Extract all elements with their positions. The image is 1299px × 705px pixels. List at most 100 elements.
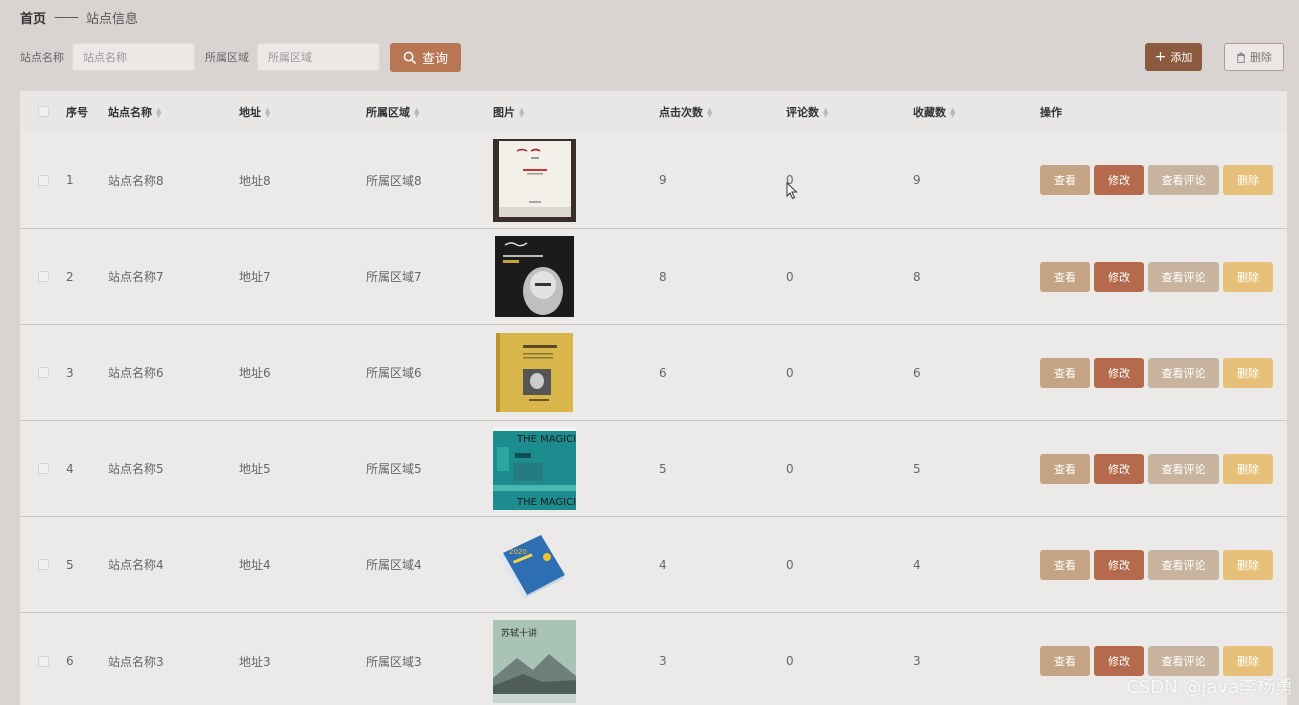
view-button[interactable]: 查看	[1040, 549, 1090, 580]
row-comments: 0	[786, 461, 794, 476]
sort-icon[interactable]: ▲ ▼	[265, 106, 270, 118]
row-checkbox[interactable]	[37, 174, 49, 186]
breadcrumb-home[interactable]: 首页	[20, 8, 46, 27]
row-index: 4	[66, 461, 74, 476]
header-region[interactable]: 所属区域 ▲ ▼	[366, 104, 493, 120]
book-cover-image[interactable]: 苏轼十讲	[493, 619, 576, 703]
delete-button[interactable]: 删除	[1223, 165, 1273, 195]
header-favorites[interactable]: 收藏数 ▲ ▼	[913, 104, 1040, 120]
header-comments[interactable]: 评论数 ▲ ▼	[786, 104, 913, 120]
view-comments-button[interactable]: 查看评论	[1148, 357, 1219, 388]
name-label: 站点名称	[20, 51, 64, 64]
view-button[interactable]: 查看	[1040, 357, 1090, 388]
row-favorites: 5	[913, 461, 921, 476]
view-comments-button[interactable]: 查看评论	[1148, 549, 1219, 580]
row-checkbox[interactable]	[37, 559, 49, 570]
row-checkbox[interactable]	[37, 271, 49, 282]
view-comments-button[interactable]: 查看评论	[1148, 165, 1219, 195]
row-address: 地址7	[239, 270, 271, 284]
row-image-cell: 2020	[493, 523, 659, 606]
sort-icon[interactable]: ▲ ▼	[156, 106, 161, 118]
query-button[interactable]: 查询	[390, 42, 461, 72]
edit-button[interactable]: 修改	[1094, 453, 1144, 484]
row-index: 6	[66, 654, 74, 668]
book-cover-image[interactable]	[493, 235, 576, 318]
row-clicks: 3	[659, 654, 667, 668]
book-cover-image[interactable]: 2020	[493, 523, 576, 606]
view-comments-button[interactable]: 查看评论	[1148, 646, 1219, 676]
add-label: 添加	[1170, 51, 1193, 64]
name-search-input[interactable]: 站点名称	[72, 43, 195, 71]
view-comments-button[interactable]: 查看评论	[1148, 453, 1219, 484]
row-favorites: 3	[913, 654, 921, 668]
sort-icon[interactable]: ▲ ▼	[823, 106, 828, 118]
table-row: 5 站点名称4 地址4 所属区域4 2020 4 0 4 查看 修改 查看评论 …	[20, 517, 1287, 613]
sort-icon[interactable]: ▲ ▼	[950, 106, 955, 118]
row-index: 5	[66, 557, 74, 572]
view-button[interactable]: 查看	[1040, 261, 1090, 292]
edit-button[interactable]: 修改	[1094, 549, 1144, 580]
row-checkbox[interactable]	[37, 367, 49, 378]
data-table: 序号 站点名称 ▲ ▼ 地址 ▲ ▼ 所属区域 ▲ ▼ 图片 ▲ ▼ 点击次数 ▲ ▼ 评论数 ▲ ▼ …	[20, 91, 1287, 705]
table-row: 4 站点名称5 地址5 所属区域5 THE MAGICIAN THE MAGIC…	[20, 421, 1287, 517]
region-search-input[interactable]: 所属区域	[257, 43, 380, 71]
row-image-cell: 苏轼十讲	[493, 619, 659, 703]
row-comments: 0	[786, 365, 794, 380]
header-clicks[interactable]: 点击次数 ▲ ▼	[659, 104, 786, 120]
row-region: 所属区域8	[366, 173, 422, 188]
svg-text:2020: 2020	[509, 548, 527, 556]
add-button[interactable]: + 添加	[1145, 43, 1202, 71]
row-checkbox[interactable]	[37, 655, 49, 667]
edit-button[interactable]: 修改	[1094, 357, 1144, 388]
edit-button[interactable]: 修改	[1094, 165, 1144, 195]
row-image-cell	[493, 138, 659, 222]
row-checkbox[interactable]	[37, 463, 49, 474]
row-region: 所属区域6	[366, 366, 422, 380]
row-actions: 查看 修改 查看评论 删除	[1040, 549, 1287, 580]
row-image-cell	[493, 235, 659, 318]
watermark: CSDN @java李杨勇	[1126, 677, 1293, 698]
delete-button[interactable]: 删除	[1223, 357, 1273, 388]
delete-button[interactable]: 删除	[1223, 549, 1273, 580]
breadcrumb: 首页 —— 站点信息	[20, 8, 138, 27]
region-label: 所属区域	[205, 51, 249, 64]
row-actions: 查看 修改 查看评论 删除	[1040, 646, 1287, 676]
batch-delete-label: 删除	[1250, 51, 1272, 64]
header-image[interactable]: 图片 ▲ ▼	[493, 104, 659, 120]
header-address[interactable]: 地址 ▲ ▼	[239, 104, 366, 120]
row-actions: 查看 修改 查看评论 删除	[1040, 165, 1287, 195]
view-button[interactable]: 查看	[1040, 646, 1090, 676]
table-row: 1 站点名称8 地址8 所属区域8 9 0 9 查看 修改 查看评论 删除	[20, 132, 1287, 229]
edit-button[interactable]: 修改	[1094, 646, 1144, 676]
delete-button[interactable]: 删除	[1223, 261, 1273, 292]
view-comments-button[interactable]: 查看评论	[1148, 261, 1219, 292]
row-clicks: 5	[659, 461, 667, 476]
row-name: 站点名称7	[108, 270, 164, 284]
batch-delete-button[interactable]: 删除	[1224, 43, 1284, 71]
search-bar: 站点名称 站点名称 所属区域 所属区域 查询 + 添加 删除	[20, 42, 1284, 72]
view-button[interactable]: 查看	[1040, 453, 1090, 484]
sort-icon[interactable]: ▲ ▼	[414, 106, 419, 118]
row-region: 所属区域3	[366, 654, 422, 669]
sort-icon[interactable]: ▲ ▼	[707, 106, 712, 118]
book-cover-image[interactable]	[493, 138, 576, 222]
row-comments: 0	[786, 269, 794, 284]
book-cover-image[interactable]: THE MAGICIAN THE MAGICIAN	[493, 427, 576, 510]
row-image-cell: THE MAGICIAN THE MAGICIAN	[493, 427, 659, 510]
row-image-cell	[493, 331, 659, 414]
query-label: 查询	[421, 51, 448, 67]
edit-button[interactable]: 修改	[1094, 261, 1144, 292]
header-name[interactable]: 站点名称 ▲ ▼	[108, 104, 239, 120]
delete-button[interactable]: 删除	[1223, 646, 1273, 676]
table-row: 2 站点名称7 地址7 所属区域7 8 0 8 查看 修改 查看评论 删除	[20, 229, 1287, 325]
row-comments: 0	[786, 654, 794, 668]
select-all-checkbox[interactable]	[37, 106, 49, 117]
sort-icon[interactable]: ▲ ▼	[519, 106, 524, 118]
view-button[interactable]: 查看	[1040, 165, 1090, 195]
row-index: 1	[66, 173, 74, 187]
book-cover-image[interactable]	[493, 331, 576, 414]
delete-button[interactable]: 删除	[1223, 453, 1273, 484]
row-name: 站点名称6	[108, 366, 164, 380]
header-checkbox-cell	[20, 106, 66, 117]
row-name: 站点名称4	[108, 558, 164, 572]
